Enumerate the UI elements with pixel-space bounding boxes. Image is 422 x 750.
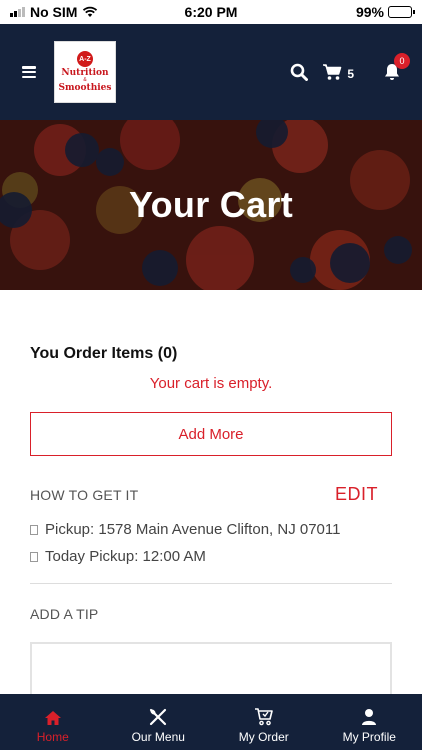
nav-my-profile-label: My Profile — [342, 730, 396, 744]
empty-cart-message: Your cart is empty. — [149, 375, 273, 392]
notification-badge: 0 — [394, 53, 410, 69]
hero-banner: Your Cart — [0, 120, 422, 290]
menu-icon[interactable] — [22, 66, 36, 78]
battery-percent: 99% — [355, 4, 384, 20]
status-bar: No SIM 6:20 PM 99% — [0, 0, 422, 24]
divider — [30, 583, 392, 584]
logo-line3: Smoothies — [58, 83, 112, 93]
nav-home-label: Home — [36, 730, 69, 744]
nav-our-menu[interactable]: Our Menu — [106, 694, 212, 750]
clock-icon — [30, 551, 38, 562]
clock: 6:20 PM — [184, 4, 238, 20]
tip-heading: ADD A TIP — [30, 606, 99, 622]
utensils-icon — [150, 708, 167, 726]
order-items-heading: You Order Items (0) — [30, 345, 178, 362]
nav-my-order-label: My Order — [238, 730, 289, 744]
bottom-navigation: Home Our Menu My Order My Profile — [0, 694, 422, 750]
cart-count: 5 — [347, 67, 354, 81]
tip-options-box[interactable] — [30, 642, 392, 702]
home-icon — [44, 711, 61, 725]
pickup-time-text: Today Pickup: 12:00 AM — [45, 548, 206, 565]
wifi-icon — [83, 6, 98, 17]
add-more-button[interactable]: Add More — [30, 412, 392, 456]
edit-link[interactable]: EDIT — [335, 484, 378, 505]
battery-icon — [388, 6, 415, 18]
user-icon — [362, 709, 377, 725]
how-to-get-heading: HOW TO GET IT — [30, 486, 139, 503]
cart-content: You Order Items (0) Your cart is empty. … — [30, 290, 392, 702]
carrier-label: No SIM — [30, 4, 78, 20]
notifications-button[interactable]: 0 — [384, 53, 410, 81]
search-icon — [291, 63, 309, 81]
pickup-address-text: Pickup: 1578 Main Avenue Clifton, NJ 070… — [45, 521, 341, 538]
nav-our-menu-label: Our Menu — [131, 730, 185, 744]
cart-icon — [254, 708, 273, 726]
how-to-get-row: HOW TO GET IT EDIT — [30, 484, 392, 505]
logo-badge: A-Z — [77, 51, 93, 67]
cart-icon — [323, 64, 342, 80]
app-header: A-Z Nutrition & Smoothies 5 0 — [0, 24, 422, 120]
brand-logo[interactable]: A-Z Nutrition & Smoothies — [54, 41, 116, 103]
pickup-address: Pickup: 1578 Main Avenue Clifton, NJ 070… — [30, 521, 392, 538]
signal-icon — [10, 7, 25, 17]
location-icon — [30, 524, 38, 535]
pickup-time: Today Pickup: 12:00 AM — [30, 548, 392, 565]
page-title: Your Cart — [128, 184, 294, 225]
nav-my-profile[interactable]: My Profile — [317, 694, 422, 750]
cart-button[interactable]: 5 — [322, 63, 354, 81]
search-button[interactable] — [290, 63, 309, 81]
nav-my-order[interactable]: My Order — [211, 694, 317, 750]
nav-home[interactable]: Home — [0, 694, 106, 750]
